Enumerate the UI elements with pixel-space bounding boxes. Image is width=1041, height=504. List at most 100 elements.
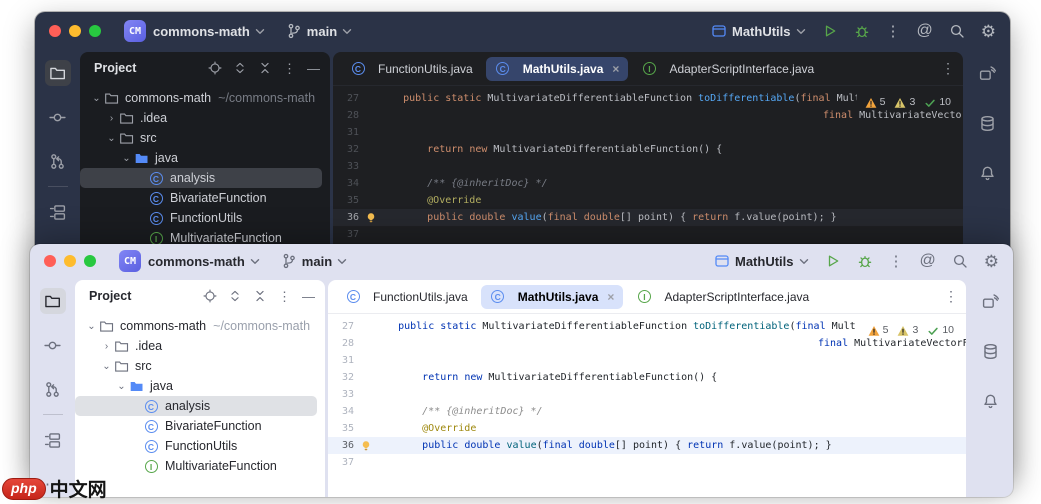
expand-all-icon[interactable]: [233, 61, 247, 75]
tree-expander[interactable]: ⌄: [120, 153, 133, 164]
code-line-37[interactable]: 37: [333, 226, 963, 243]
commit-tool-button[interactable]: [45, 104, 71, 130]
tree-item-java[interactable]: ⌄ java: [75, 376, 317, 396]
tree-expander[interactable]: ›: [100, 341, 113, 352]
run-configuration-selector[interactable]: MathUtils: [711, 23, 806, 39]
database-tool-button[interactable]: [975, 110, 1001, 136]
hide-panel-icon[interactable]: —: [307, 62, 320, 75]
settings-button[interactable]: ⚙: [984, 253, 999, 270]
code-line-32[interactable]: 32 return new MultivariateDifferentiable…: [328, 369, 966, 386]
minimize-window-button[interactable]: [64, 255, 76, 267]
run-button[interactable]: [822, 23, 838, 39]
maximize-window-button[interactable]: [89, 25, 101, 37]
expand-all-icon[interactable]: [228, 289, 242, 303]
tab-functionutils-java[interactable]: C FunctionUtils.java: [336, 285, 477, 309]
maximize-window-button[interactable]: [84, 255, 96, 267]
code-line-28[interactable]: 28 final MultivariateVectorFu: [328, 335, 966, 352]
panel-options-icon[interactable]: ⋮: [278, 290, 291, 303]
tab-functionutils-java[interactable]: C FunctionUtils.java: [341, 57, 482, 81]
tree-item-java[interactable]: ⌄ java: [80, 148, 322, 168]
locate-file-icon[interactable]: [203, 289, 217, 303]
tree-item-bivariatefunction[interactable]: C BivariateFunction: [80, 188, 322, 208]
tree-item-.idea[interactable]: › .idea: [80, 108, 322, 128]
tree-item-bivariatefunction[interactable]: C BivariateFunction: [75, 416, 317, 436]
mention-ai-icon[interactable]: @: [917, 23, 933, 39]
intention-bulb-icon[interactable]: [360, 439, 372, 453]
collapse-all-icon[interactable]: [258, 61, 272, 75]
collapse-all-icon[interactable]: [253, 289, 267, 303]
run-configuration-selector[interactable]: MathUtils: [714, 253, 809, 269]
pull-requests-tool-button[interactable]: [40, 376, 66, 402]
tree-item-analysis[interactable]: Canalysis: [75, 396, 317, 416]
code-line-31[interactable]: 31: [328, 352, 966, 369]
tree-expander[interactable]: ⌄: [115, 381, 128, 392]
tree-expander[interactable]: ⌄: [90, 93, 103, 104]
tab-adapterscriptinterface-java[interactable]: I AdapterScriptInterface.java: [632, 57, 823, 81]
tree-expander[interactable]: ⌄: [105, 133, 118, 144]
tree-expander[interactable]: ⌄: [85, 321, 98, 332]
structure-tool-button[interactable]: [45, 199, 71, 225]
code-editor[interactable]: 27 public static MultivariateDifferentia…: [328, 314, 966, 497]
close-window-button[interactable]: [44, 255, 56, 267]
tree-item-multivariatefunction[interactable]: I MultivariateFunction: [75, 456, 317, 476]
notifications-tool-button[interactable]: [975, 160, 1001, 186]
locate-file-icon[interactable]: [208, 61, 222, 75]
hide-panel-icon[interactable]: —: [302, 290, 315, 303]
more-actions-button[interactable]: ⋮: [886, 24, 901, 39]
debug-button[interactable]: [854, 23, 870, 39]
search-everywhere-button[interactable]: [949, 23, 965, 39]
run-button[interactable]: [825, 253, 841, 269]
database-tool-button[interactable]: [978, 338, 1004, 364]
project-tool-button[interactable]: [44, 60, 71, 86]
tab-adapterscriptinterface-java[interactable]: I AdapterScriptInterface.java: [627, 285, 818, 309]
tab-options-icon[interactable]: ⋮: [941, 60, 955, 77]
notifications-tool-button[interactable]: [978, 388, 1004, 414]
tree-item-.idea[interactable]: › .idea: [75, 336, 317, 356]
project-switcher[interactable]: commons-math: [148, 254, 260, 269]
tree-item-src[interactable]: ⌄ src: [80, 128, 322, 148]
tree-item-commons-math[interactable]: ⌄ commons-math ~/commons-math: [80, 88, 322, 108]
panel-options-icon[interactable]: ⋮: [283, 62, 296, 75]
tree-item-analysis[interactable]: Canalysis: [80, 168, 322, 188]
search-everywhere-button[interactable]: [952, 253, 968, 269]
tab-mathutils-java[interactable]: C MathUtils.java ×: [480, 284, 624, 309]
code-line-37[interactable]: 37: [328, 454, 966, 471]
tree-item-src[interactable]: ⌄ src: [75, 356, 317, 376]
code-line-34[interactable]: 34 /** {@inheritDoc} */: [328, 403, 966, 420]
code-line-34[interactable]: 34 /** {@inheritDoc} */: [333, 175, 963, 192]
branch-switcher[interactable]: main: [286, 23, 352, 39]
debug-button[interactable]: [857, 253, 873, 269]
tree-item-functionutils[interactable]: C FunctionUtils: [80, 208, 322, 228]
project-tool-button[interactable]: [39, 288, 66, 314]
code-line-36[interactable]: 36 public double value(final double[] po…: [333, 209, 963, 226]
settings-button[interactable]: ⚙: [981, 23, 996, 40]
tab-options-icon[interactable]: ⋮: [944, 288, 958, 305]
tree-item-functionutils[interactable]: C FunctionUtils: [75, 436, 317, 456]
minimize-window-button[interactable]: [69, 25, 81, 37]
code-line-36[interactable]: 36 public double value(final double[] po…: [328, 437, 966, 454]
intention-bulb-icon[interactable]: [365, 211, 377, 225]
commit-tool-button[interactable]: [40, 332, 66, 358]
close-tab-icon[interactable]: ×: [612, 63, 619, 75]
code-line-32[interactable]: 32 return new MultivariateDifferentiable…: [333, 141, 963, 158]
branch-switcher[interactable]: main: [281, 253, 347, 269]
code-line-33[interactable]: 33: [328, 386, 966, 403]
tree-expander[interactable]: ⌄: [100, 361, 113, 372]
tree-item-commons-math[interactable]: ⌄ commons-math ~/commons-math: [75, 316, 317, 336]
code-line-33[interactable]: 33: [333, 158, 963, 175]
code-line-27[interactable]: 27 public static MultivariateDifferentia…: [328, 318, 966, 339]
project-switcher[interactable]: commons-math: [153, 24, 265, 39]
code-line-35[interactable]: 35 @Override: [333, 192, 963, 209]
code-line-28[interactable]: 28 final MultivariateVectorFu: [333, 107, 963, 124]
close-tab-icon[interactable]: ×: [607, 291, 614, 303]
structure-tool-button[interactable]: [40, 427, 66, 453]
remote-devices-tool-button[interactable]: [975, 60, 1001, 86]
more-actions-button[interactable]: ⋮: [889, 254, 904, 269]
code-line-31[interactable]: 31: [333, 124, 963, 141]
code-line-27[interactable]: 27 public static MultivariateDifferentia…: [333, 90, 963, 111]
tree-expander[interactable]: ›: [105, 113, 118, 124]
close-window-button[interactable]: [49, 25, 61, 37]
tab-mathutils-java[interactable]: C MathUtils.java ×: [485, 56, 629, 81]
code-line-35[interactable]: 35 @Override: [328, 420, 966, 437]
remote-devices-tool-button[interactable]: [978, 288, 1004, 314]
